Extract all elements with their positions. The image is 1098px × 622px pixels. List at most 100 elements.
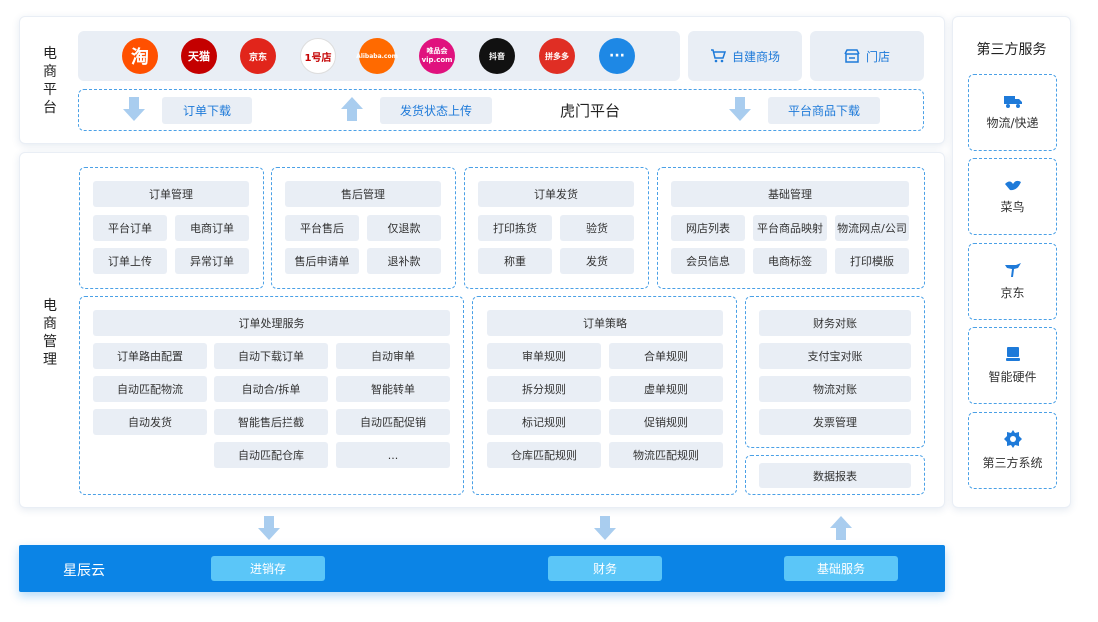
- jd-dog-icon: [1004, 263, 1021, 277]
- vip-icon[interactable]: 唯品会 vip.com: [419, 38, 455, 74]
- yihaodian-icon[interactable]: 1号店: [300, 38, 336, 74]
- tmall-icon[interactable]: 天猫: [181, 38, 217, 74]
- order-download-chip[interactable]: 订单下载: [162, 97, 252, 124]
- order-mgmt-item[interactable]: 电商订单: [175, 215, 249, 241]
- platform-logos-strip: 淘 天猫 京东 1号店 Alibaba.com 唯品会 vip.com 抖音 拼…: [78, 31, 680, 81]
- basic-mgmt-item[interactable]: 物流网点/公司: [835, 215, 909, 241]
- order-ship-item[interactable]: 发货: [560, 248, 634, 274]
- order-mgmt-item[interactable]: 平台订单: [93, 215, 167, 241]
- order-service-item[interactable]: 自动下载订单: [214, 343, 328, 369]
- cloud-bar: 星辰云 进销存 财务 基础服务: [19, 545, 945, 592]
- finance-item[interactable]: 物流对账: [759, 376, 911, 402]
- cart-icon: [710, 49, 726, 63]
- basic-mgmt-item[interactable]: 会员信息: [671, 248, 745, 274]
- order-service-item[interactable]: 自动匹配物流: [93, 376, 207, 402]
- cainiao-icon: [1004, 180, 1021, 191]
- cloud-title: 星辰云: [63, 563, 105, 579]
- cloud-inventory-button[interactable]: 进销存: [211, 556, 325, 581]
- order-service-item[interactable]: 智能转单: [336, 376, 450, 402]
- alibaba-icon[interactable]: Alibaba.com: [356, 38, 398, 74]
- douyin-icon[interactable]: 抖音: [479, 38, 515, 74]
- data-report-item[interactable]: 数据报表: [759, 463, 911, 488]
- arrow-down-icon: [729, 97, 751, 121]
- order-strategy-item[interactable]: 仓库匹配规则: [487, 442, 601, 468]
- order-strategy-item[interactable]: 审单规则: [487, 343, 601, 369]
- arrow-down-icon: [594, 516, 616, 540]
- after-sales-item[interactable]: 仅退款: [367, 215, 441, 241]
- basic-mgmt-item[interactable]: 电商标签: [753, 248, 827, 274]
- ec-platform-panel: 电商平台 淘 天猫 京东 1号店 Alibaba.com 唯品会 vip.com…: [19, 16, 945, 144]
- hardware-icon: [1005, 347, 1020, 361]
- store-button[interactable]: 门店: [810, 31, 924, 81]
- order-strategy-title: 订单策略: [487, 310, 723, 336]
- tp-jd-label: 京东: [1000, 286, 1025, 300]
- tp-cainiao-label: 菜鸟: [1000, 200, 1025, 214]
- more-icon[interactable]: ···: [599, 38, 635, 74]
- after-sales-item[interactable]: 售后申请单: [285, 248, 359, 274]
- self-store-button[interactable]: 自建商场: [688, 31, 802, 81]
- basic-mgmt-item[interactable]: 平台商品映射: [753, 215, 827, 241]
- shop-icon: [844, 49, 860, 63]
- tp-jd[interactable]: 京东: [968, 243, 1057, 320]
- order-strategy-item[interactable]: 虚单规则: [609, 376, 723, 402]
- pinduoduo-icon[interactable]: 拼多多: [539, 38, 575, 74]
- tp-logistics[interactable]: 物流/快递: [968, 74, 1057, 151]
- order-service-item[interactable]: 自动审单: [336, 343, 450, 369]
- arrow-down-icon: [123, 97, 145, 121]
- order-service-item[interactable]: 自动发货: [93, 409, 207, 435]
- tp-system-label: 第三方系统: [982, 456, 1043, 470]
- truck-icon: [1003, 96, 1022, 108]
- order-mgmt-item[interactable]: 订单上传: [93, 248, 167, 274]
- order-ship-title: 订单发货: [478, 181, 634, 207]
- third-party-title: 第三方服务: [976, 42, 1047, 58]
- order-ship-item[interactable]: 称重: [478, 248, 552, 274]
- order-strategy-item[interactable]: 合单规则: [609, 343, 723, 369]
- tp-system[interactable]: 第三方系统: [968, 412, 1057, 489]
- order-service-item[interactable]: 订单路由配置: [93, 343, 207, 369]
- tp-cainiao[interactable]: 菜鸟: [968, 158, 1057, 235]
- tp-hardware-label: 智能硬件: [988, 370, 1037, 384]
- order-strategy-item[interactable]: 促销规则: [609, 409, 723, 435]
- order-strategy-item[interactable]: 物流匹配规则: [609, 442, 723, 468]
- finance-item[interactable]: 发票管理: [759, 409, 911, 435]
- order-strategy-item[interactable]: 标记规则: [487, 409, 601, 435]
- order-service-item[interactable]: 自动匹配促销: [336, 409, 450, 435]
- order-service-item[interactable]: 自动匹配仓库: [214, 442, 328, 468]
- ec-platform-title: 电商平台: [43, 46, 57, 116]
- cloud-basic-service-button[interactable]: 基础服务: [784, 556, 898, 581]
- arrow-down-icon: [258, 516, 280, 540]
- self-store-label: 自建商场: [731, 49, 780, 64]
- order-strategy-item[interactable]: 拆分规则: [487, 376, 601, 402]
- order-ship-item[interactable]: 打印拣货: [478, 215, 552, 241]
- arrow-up-icon: [830, 516, 852, 540]
- jd-icon[interactable]: 京东: [240, 38, 276, 74]
- tp-hardware[interactable]: 智能硬件: [968, 327, 1057, 404]
- order-mgmt-item[interactable]: 异常订单: [175, 248, 249, 274]
- order-service-item[interactable]: ...: [336, 442, 450, 468]
- humen-platform-label: 虎门平台: [560, 102, 621, 120]
- order-service-title: 订单处理服务: [93, 310, 450, 336]
- basic-mgmt-item[interactable]: 网店列表: [671, 215, 745, 241]
- basic-mgmt-title: 基础管理: [671, 181, 909, 207]
- after-sales-title: 售后管理: [285, 181, 441, 207]
- gear-icon: [1003, 430, 1022, 448]
- tp-logistics-label: 物流/快递: [986, 116, 1039, 130]
- cloud-finance-button[interactable]: 财务: [548, 556, 662, 581]
- order-service-item[interactable]: 自动合/拆单: [214, 376, 328, 402]
- after-sales-item[interactable]: 退补款: [367, 248, 441, 274]
- order-ship-item[interactable]: 验货: [560, 215, 634, 241]
- product-download-chip[interactable]: 平台商品下载: [768, 97, 880, 124]
- after-sales-item[interactable]: 平台售后: [285, 215, 359, 241]
- taobao-icon[interactable]: 淘: [122, 38, 158, 74]
- arrow-up-icon: [341, 97, 363, 121]
- finance-item[interactable]: 财务对账: [759, 310, 911, 336]
- ship-upload-chip[interactable]: 发货状态上传: [380, 97, 492, 124]
- store-label: 门店: [865, 49, 890, 64]
- finance-item[interactable]: 支付宝对账: [759, 343, 911, 369]
- basic-mgmt-item[interactable]: 打印模版: [835, 248, 909, 274]
- order-service-item[interactable]: 智能售后拦截: [214, 409, 328, 435]
- order-mgmt-title: 订单管理: [93, 181, 249, 207]
- ec-management-title: 电商管理: [43, 298, 57, 368]
- third-party-panel: 第三方服务 物流/快递 菜鸟 京东 智能硬件 第三方系统: [952, 16, 1071, 508]
- ec-management-panel: 电商管理 订单管理 平台订单 电商订单 订单上传 异常订单 售后管理 平台售后 …: [19, 152, 945, 508]
